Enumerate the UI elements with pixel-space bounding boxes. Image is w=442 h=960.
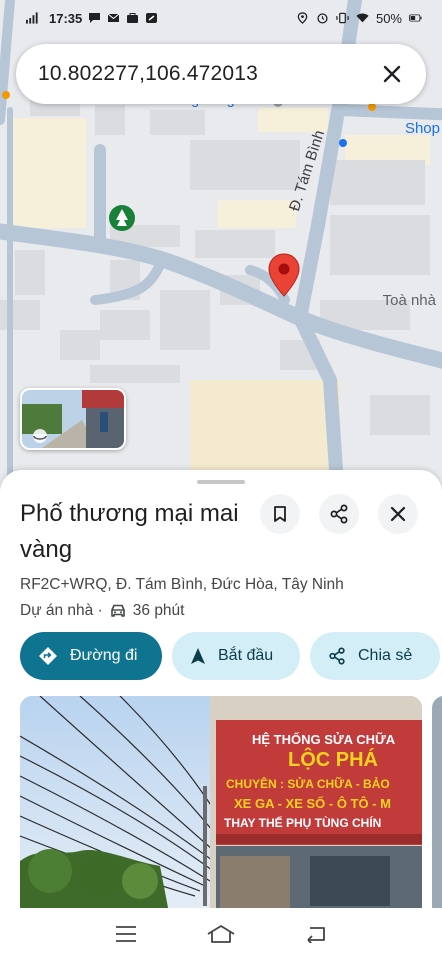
battery-percent: 50% [375, 10, 402, 26]
sign-line-5: THAY THẾ PHỤ TÙNG CHÍN [224, 815, 381, 830]
action-chips: Đường đi Bắt đầu Chia sẻ [20, 632, 440, 680]
share-icon-button[interactable] [319, 494, 359, 534]
sign-line-4: XE GA - XE SỐ - Ô TÔ - M [234, 796, 391, 811]
wifi-icon [356, 13, 369, 23]
place-photo[interactable]: HỆ THỐNG SỬA CHỮA LỘC PHÁ CHUYÊN : SỬA C… [20, 696, 422, 918]
app-icon [146, 13, 158, 23]
place-photo-image: HỆ THỐNG SỬA CHỮA LỘC PHÁ CHUYÊN : SỬA C… [20, 696, 422, 918]
start-button[interactable]: Bắt đầu [172, 632, 300, 680]
close-sheet-button[interactable] [378, 494, 418, 534]
battery-icon [409, 14, 422, 22]
vibrate-icon [336, 12, 349, 24]
close-icon [390, 506, 406, 522]
search-query[interactable]: 10.802277,106.472013 [38, 62, 380, 86]
home-icon[interactable] [206, 924, 236, 944]
sign-line-3: CHUYÊN : SỬA CHỮA - BẢO [226, 776, 390, 791]
directions-label: Đường đi [70, 647, 138, 664]
map-label-shop[interactable]: Shop [405, 120, 440, 137]
place-address: RF2C+WRQ, Đ. Tám Bình, Đức Hòa, Tây Ninh [20, 576, 344, 593]
share-button[interactable]: Chia sẻ [310, 632, 440, 680]
directions-button[interactable]: Đường đi [20, 632, 162, 680]
street-view-thumbnail[interactable] [20, 388, 126, 450]
status-bar: 17:35 50% [0, 0, 442, 36]
bag-icon [127, 13, 139, 23]
share-icon [330, 504, 348, 524]
navigation-arrow-icon [191, 648, 205, 664]
drive-time: 36 phút [132, 602, 185, 619]
system-nav-bar [0, 908, 442, 960]
car-icon [110, 604, 125, 617]
map-label-building[interactable]: Toà nhà [383, 292, 436, 309]
signal-icon [26, 12, 38, 24]
place-meta: Dự án nhà · 36 phút [20, 602, 184, 620]
start-label: Bắt đầu [218, 647, 274, 664]
status-time: 17:35 [49, 10, 83, 26]
clear-search-button[interactable] [380, 62, 404, 86]
mail-icon [107, 13, 120, 22]
location-icon [297, 12, 308, 24]
share-label: Chia sẻ [358, 647, 413, 664]
close-icon [383, 65, 401, 83]
share-icon [329, 647, 345, 665]
chat-icon [89, 13, 101, 23]
next-photo[interactable] [432, 696, 442, 918]
save-button[interactable] [260, 494, 300, 534]
place-category: Dự án nhà · [20, 602, 103, 619]
sign-line-2: LỘC PHÁ [288, 747, 378, 771]
back-icon[interactable] [305, 925, 327, 943]
street-view-image [22, 390, 124, 448]
location-pin-icon[interactable] [266, 252, 302, 300]
directions-icon [39, 647, 57, 665]
search-bar[interactable]: 10.802277,106.472013 [16, 44, 426, 104]
sheet-drag-handle[interactable] [197, 480, 245, 484]
bookmark-icon [274, 506, 286, 522]
place-sheet[interactable]: Phố thương mại mai vàng RF2C+WRQ, Đ. Tám… [0, 470, 442, 960]
alarm-icon [317, 13, 328, 24]
place-title: Phố thương mại mai vàng [20, 500, 239, 563]
menu-icon[interactable] [115, 925, 137, 943]
sign-line-1: HỆ THỐNG SỬA CHỮA [252, 732, 396, 747]
